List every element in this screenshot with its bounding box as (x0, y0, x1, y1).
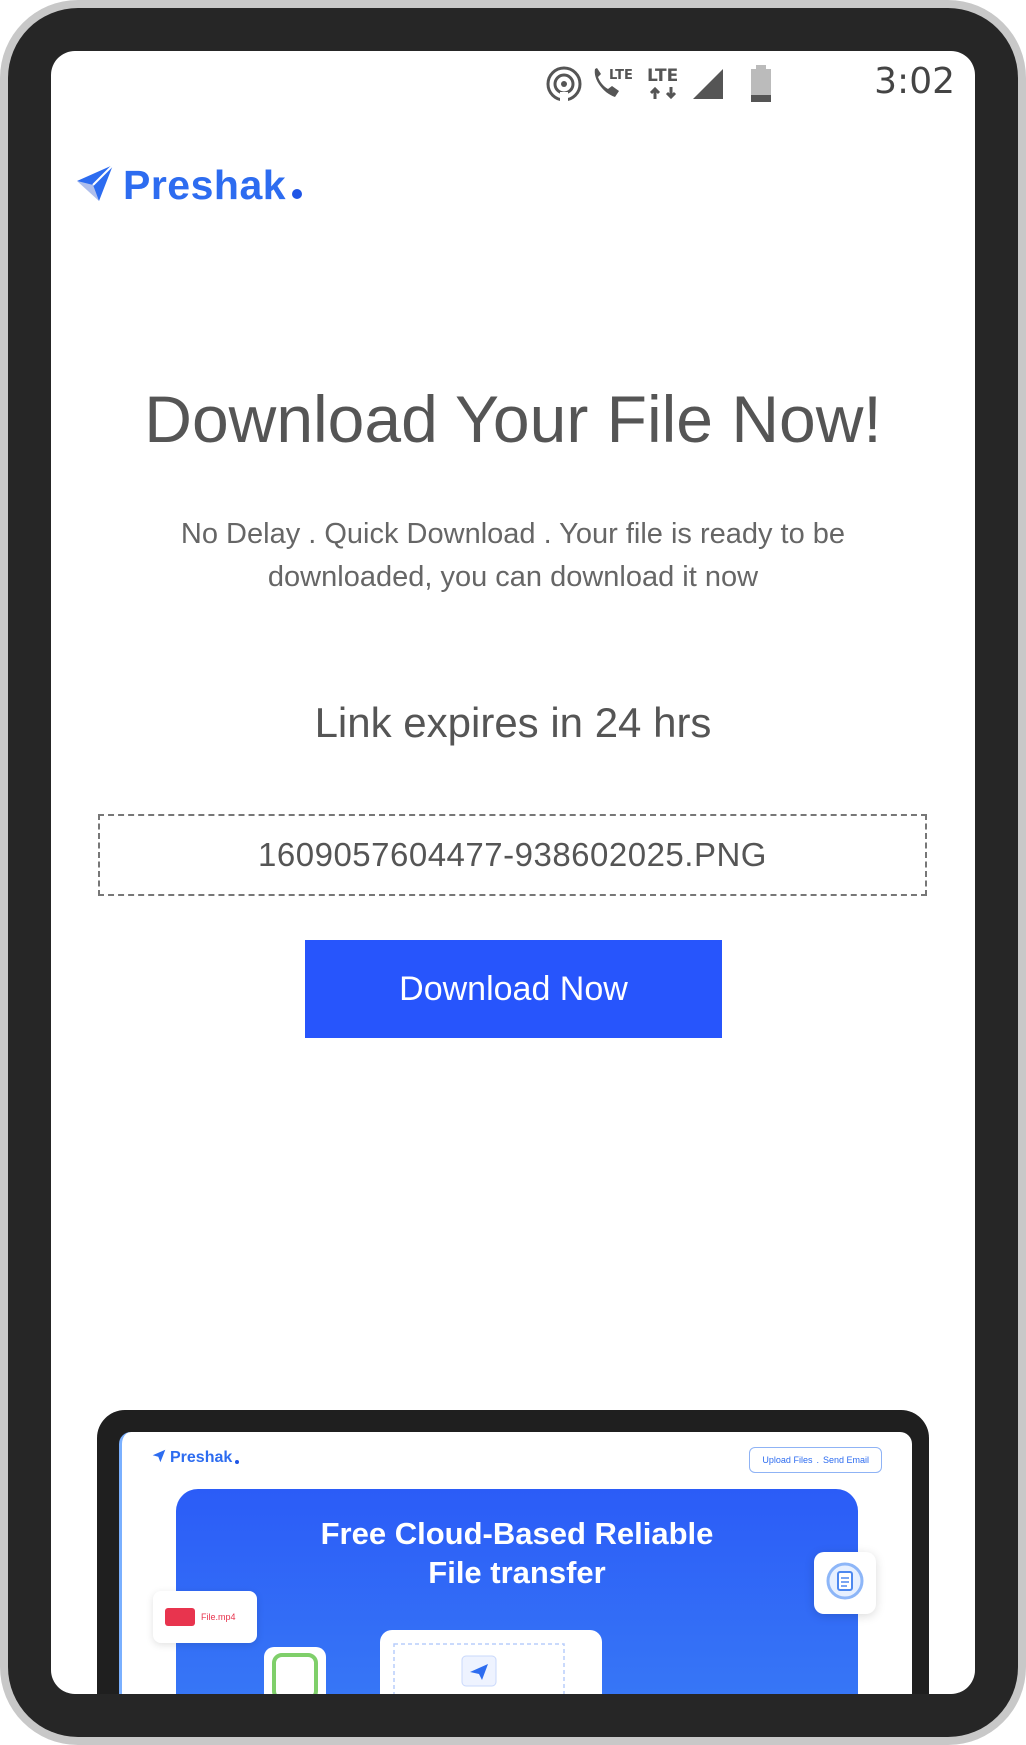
paper-plane-icon (152, 1448, 166, 1467)
video-file-icon (165, 1608, 195, 1626)
phone-screen: LTE LTE 3:02 Preshak Download Your File … (51, 51, 975, 1694)
svg-text:LTE: LTE (647, 66, 678, 86)
mockup-hero-title-line2: File transfer (428, 1555, 606, 1590)
brand-name: Preshak (123, 161, 287, 208)
mockup-nav-upload: Upload Files (762, 1455, 813, 1465)
mockup-hero-title: Free Cloud-Based Reliable File transfer (176, 1514, 858, 1592)
download-now-button[interactable]: Download Now (305, 940, 722, 1038)
filename-text: 1609057604477-938602025.PNG (258, 836, 767, 873)
mockup-screen: Preshak Upload Files . Send Email Free C… (119, 1432, 912, 1694)
mockup-hero-title-line1: Free Cloud-Based Reliable (320, 1516, 714, 1551)
document-icon (825, 1561, 865, 1605)
mockup-document-card (814, 1552, 876, 1614)
mockup-brand-dot (235, 1459, 240, 1464)
status-time: 3:02 (874, 61, 955, 102)
laptop-mockup-illustration: Preshak Upload Files . Send Email Free C… (97, 1410, 929, 1694)
hotspot-icon (545, 65, 583, 107)
page-subtitle: No Delay . Quick Download . Your file is… (180, 518, 846, 593)
lte-data-icon: LTE (645, 65, 685, 107)
page-title: Download Your File Now! (144, 382, 882, 456)
mockup-small-card (264, 1647, 326, 1694)
svg-text:LTE: LTE (609, 68, 633, 83)
status-bar: LTE LTE 3:02 (51, 51, 975, 117)
brand-logo[interactable]: Preshak (75, 159, 303, 211)
signal-icon (691, 65, 727, 105)
paper-plane-icon (75, 163, 115, 207)
filename-box: 1609057604477-938602025.PNG (98, 814, 927, 896)
mockup-file-name: File.mp4 (201, 1612, 236, 1622)
mockup-nav-separator: . (816, 1455, 819, 1465)
mockup-nav: Upload Files . Send Email (749, 1447, 882, 1473)
battery-icon (749, 65, 773, 107)
mockup-logo: Preshak (152, 1448, 240, 1467)
brand-dot (292, 189, 303, 199)
link-expiry-text: Link expires in 24 hrs (314, 699, 712, 746)
mockup-upload-card (380, 1630, 602, 1694)
mockup-file-card: File.mp4 (153, 1591, 257, 1643)
volte-call-icon: LTE (589, 65, 635, 107)
mockup-nav-email: Send Email (822, 1455, 869, 1465)
mockup-hero: Free Cloud-Based Reliable File transfer (176, 1489, 858, 1694)
mockup-brand-name: Preshak (170, 1448, 233, 1466)
